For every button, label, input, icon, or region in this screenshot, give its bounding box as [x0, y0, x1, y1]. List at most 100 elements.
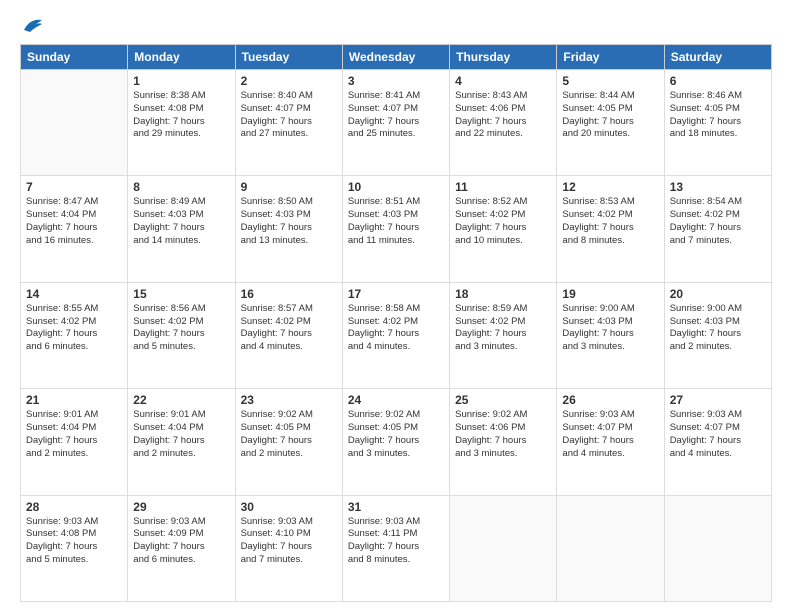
- day-number: 18: [455, 287, 551, 301]
- calendar-cell: 30 Sunrise: 9:03 AMSunset: 4:10 PMDayligh…: [235, 495, 342, 601]
- logo-bird-icon: [22, 16, 44, 34]
- day-info: Sunrise: 9:03 AMSunset: 4:07 PMDaylight:…: [670, 409, 766, 460]
- header-tuesday: Tuesday: [235, 45, 342, 70]
- calendar-cell: 13 Sunrise: 8:54 AMSunset: 4:02 PMDayligh…: [664, 176, 771, 282]
- calendar-cell: 22Sunrise: 9:01 AMSunset: 4:04 PMDayligh…: [128, 389, 235, 495]
- calendar-cell: 11 Sunrise: 8:52 AMSunset: 4:02 PMDayligh…: [450, 176, 557, 282]
- day-number: 1: [133, 74, 229, 88]
- day-info: Sunrise: 8:49 AMSunset: 4:03 PMDaylight:…: [133, 196, 229, 247]
- calendar-week-4: 28 Sunrise: 9:03 AMSunset: 4:08 PMDayligh…: [21, 495, 772, 601]
- calendar-cell: 24Sunrise: 9:02 AMSunset: 4:05 PMDayligh…: [342, 389, 449, 495]
- calendar-cell: 31 Sunrise: 9:03 AMSunset: 4:11 PMDayligh…: [342, 495, 449, 601]
- calendar-cell: 10 Sunrise: 8:51 AMSunset: 4:03 PMDayligh…: [342, 176, 449, 282]
- calendar-cell: 9 Sunrise: 8:50 AMSunset: 4:03 PMDaylight…: [235, 176, 342, 282]
- day-info: Sunrise: 9:02 AMSunset: 4:05 PMDaylight:…: [241, 409, 337, 460]
- day-number: 20: [670, 287, 766, 301]
- day-number: 15: [133, 287, 229, 301]
- header-saturday: Saturday: [664, 45, 771, 70]
- day-number: 13: [670, 180, 766, 194]
- day-number: 22: [133, 393, 229, 407]
- day-info: Sunrise: 8:43 AMSunset: 4:06 PMDaylight:…: [455, 90, 551, 141]
- day-info: Sunrise: 8:38 AMSunset: 4:08 PMDaylight:…: [133, 90, 229, 141]
- calendar-week-3: 21 Sunrise: 9:01 AMSunset: 4:04 PMDayligh…: [21, 389, 772, 495]
- calendar-table: SundayMondayTuesdayWednesdayThursdayFrid…: [20, 44, 772, 602]
- calendar-cell: 27Sunrise: 9:03 AMSunset: 4:07 PMDayligh…: [664, 389, 771, 495]
- day-number: 21: [26, 393, 122, 407]
- calendar-cell: 17Sunrise: 8:58 AMSunset: 4:02 PMDayligh…: [342, 282, 449, 388]
- calendar-cell: 7 Sunrise: 8:47 AMSunset: 4:04 PMDaylight…: [21, 176, 128, 282]
- day-number: 10: [348, 180, 444, 194]
- day-info: Sunrise: 9:03 AMSunset: 4:08 PMDaylight:…: [26, 516, 122, 567]
- calendar-cell: [557, 495, 664, 601]
- calendar-cell: 20 Sunrise: 9:00 AMSunset: 4:03 PMDayligh…: [664, 282, 771, 388]
- day-number: 16: [241, 287, 337, 301]
- day-number: 11: [455, 180, 551, 194]
- calendar-cell: 29 Sunrise: 9:03 AMSunset: 4:09 PMDayligh…: [128, 495, 235, 601]
- calendar-header-row: SundayMondayTuesdayWednesdayThursdayFrid…: [21, 45, 772, 70]
- calendar-week-0: 1 Sunrise: 8:38 AMSunset: 4:08 PMDaylight…: [21, 70, 772, 176]
- calendar-cell: 3 Sunrise: 8:41 AMSunset: 4:07 PMDaylight…: [342, 70, 449, 176]
- calendar-cell: 28 Sunrise: 9:03 AMSunset: 4:08 PMDayligh…: [21, 495, 128, 601]
- day-number: 31: [348, 500, 444, 514]
- day-info: Sunrise: 8:50 AMSunset: 4:03 PMDaylight:…: [241, 196, 337, 247]
- day-number: 19: [562, 287, 658, 301]
- day-number: 28: [26, 500, 122, 514]
- calendar-cell: 21 Sunrise: 9:01 AMSunset: 4:04 PMDayligh…: [21, 389, 128, 495]
- day-info: Sunrise: 8:44 AMSunset: 4:05 PMDaylight:…: [562, 90, 658, 141]
- day-number: 25: [455, 393, 551, 407]
- day-number: 2: [241, 74, 337, 88]
- day-number: 30: [241, 500, 337, 514]
- logo: [20, 16, 44, 34]
- day-number: 23: [241, 393, 337, 407]
- calendar-week-1: 7 Sunrise: 8:47 AMSunset: 4:04 PMDaylight…: [21, 176, 772, 282]
- header-friday: Friday: [557, 45, 664, 70]
- day-info: Sunrise: 9:02 AMSunset: 4:05 PMDaylight:…: [348, 409, 444, 460]
- calendar-cell: 25Sunrise: 9:02 AMSunset: 4:06 PMDayligh…: [450, 389, 557, 495]
- day-info: Sunrise: 9:03 AMSunset: 4:07 PMDaylight:…: [562, 409, 658, 460]
- day-info: Sunrise: 8:55 AMSunset: 4:02 PMDaylight:…: [26, 303, 122, 354]
- calendar-cell: [450, 495, 557, 601]
- calendar-cell: 6 Sunrise: 8:46 AMSunset: 4:05 PMDaylight…: [664, 70, 771, 176]
- calendar-cell: [21, 70, 128, 176]
- day-number: 5: [562, 74, 658, 88]
- day-info: Sunrise: 9:03 AMSunset: 4:09 PMDaylight:…: [133, 516, 229, 567]
- day-info: Sunrise: 8:46 AMSunset: 4:05 PMDaylight:…: [670, 90, 766, 141]
- calendar-cell: 5 Sunrise: 8:44 AMSunset: 4:05 PMDaylight…: [557, 70, 664, 176]
- calendar-cell: 19 Sunrise: 9:00 AMSunset: 4:03 PMDayligh…: [557, 282, 664, 388]
- day-info: Sunrise: 9:00 AMSunset: 4:03 PMDaylight:…: [562, 303, 658, 354]
- day-info: Sunrise: 9:01 AMSunset: 4:04 PMDaylight:…: [26, 409, 122, 460]
- header-monday: Monday: [128, 45, 235, 70]
- header-thursday: Thursday: [450, 45, 557, 70]
- day-number: 9: [241, 180, 337, 194]
- day-info: Sunrise: 9:00 AMSunset: 4:03 PMDaylight:…: [670, 303, 766, 354]
- day-info: Sunrise: 8:51 AMSunset: 4:03 PMDaylight:…: [348, 196, 444, 247]
- day-info: Sunrise: 8:40 AMSunset: 4:07 PMDaylight:…: [241, 90, 337, 141]
- day-info: Sunrise: 8:47 AMSunset: 4:04 PMDaylight:…: [26, 196, 122, 247]
- calendar-cell: 16 Sunrise: 8:57 AMSunset: 4:02 PMDayligh…: [235, 282, 342, 388]
- calendar-cell: 1 Sunrise: 8:38 AMSunset: 4:08 PMDaylight…: [128, 70, 235, 176]
- day-info: Sunrise: 9:03 AMSunset: 4:10 PMDaylight:…: [241, 516, 337, 567]
- day-info: Sunrise: 8:54 AMSunset: 4:02 PMDaylight:…: [670, 196, 766, 247]
- day-info: Sunrise: 8:59 AMSunset: 4:02 PMDaylight:…: [455, 303, 551, 354]
- day-info: Sunrise: 8:57 AMSunset: 4:02 PMDaylight:…: [241, 303, 337, 354]
- day-number: 8: [133, 180, 229, 194]
- day-number: 3: [348, 74, 444, 88]
- calendar-cell: 14Sunrise: 8:55 AMSunset: 4:02 PMDayligh…: [21, 282, 128, 388]
- day-number: 12: [562, 180, 658, 194]
- calendar-cell: 8 Sunrise: 8:49 AMSunset: 4:03 PMDaylight…: [128, 176, 235, 282]
- day-number: 17: [348, 287, 444, 301]
- calendar-cell: 2 Sunrise: 8:40 AMSunset: 4:07 PMDaylight…: [235, 70, 342, 176]
- day-number: 29: [133, 500, 229, 514]
- calendar-week-2: 14Sunrise: 8:55 AMSunset: 4:02 PMDayligh…: [21, 282, 772, 388]
- day-number: 6: [670, 74, 766, 88]
- day-number: 7: [26, 180, 122, 194]
- day-info: Sunrise: 9:03 AMSunset: 4:11 PMDaylight:…: [348, 516, 444, 567]
- day-number: 26: [562, 393, 658, 407]
- header-sunday: Sunday: [21, 45, 128, 70]
- calendar-cell: 18 Sunrise: 8:59 AMSunset: 4:02 PMDayligh…: [450, 282, 557, 388]
- day-info: Sunrise: 8:52 AMSunset: 4:02 PMDaylight:…: [455, 196, 551, 247]
- header-wednesday: Wednesday: [342, 45, 449, 70]
- calendar-cell: [664, 495, 771, 601]
- day-info: Sunrise: 8:41 AMSunset: 4:07 PMDaylight:…: [348, 90, 444, 141]
- day-info: Sunrise: 8:53 AMSunset: 4:02 PMDaylight:…: [562, 196, 658, 247]
